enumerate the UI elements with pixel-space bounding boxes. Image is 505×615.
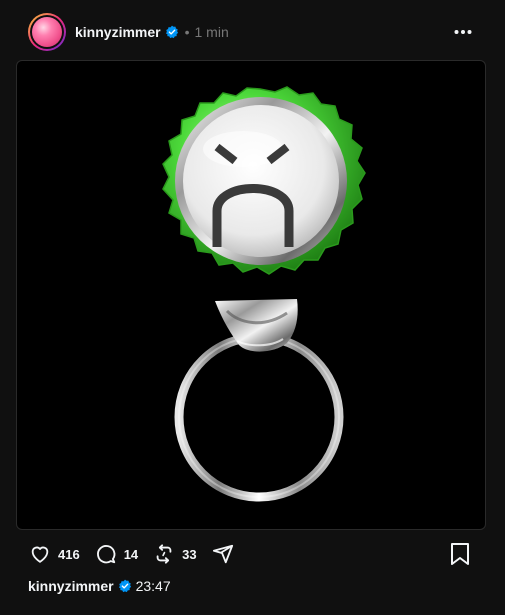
repost-button[interactable]: 33 xyxy=(152,542,197,566)
post-relative-time[interactable]: 1 min xyxy=(195,24,229,40)
bottlecap xyxy=(162,86,366,275)
like-count: 416 xyxy=(58,546,80,562)
footer-username[interactable]: kinnyzimmer xyxy=(28,578,114,594)
footer-time: 23:47 xyxy=(135,578,171,594)
send-icon xyxy=(211,542,235,566)
more-options-icon[interactable] xyxy=(453,22,473,42)
reply-button[interactable]: 14 xyxy=(94,542,138,566)
post-media-image[interactable] xyxy=(16,60,486,530)
post-actions-bar: 416 14 33 xyxy=(28,540,478,568)
reply-count: 14 xyxy=(123,546,139,562)
author-username[interactable]: kinnyzimmer xyxy=(75,24,161,40)
keyring-ring xyxy=(174,332,344,502)
repost-count: 33 xyxy=(182,546,197,562)
post-footer: kinnyzimmer 23:47 xyxy=(28,578,171,594)
avatar-image xyxy=(32,17,62,47)
separator-dot: • xyxy=(184,24,190,40)
bottlecap-keyring-illustration xyxy=(162,86,366,502)
like-button[interactable]: 416 xyxy=(28,542,80,566)
bookmark-icon[interactable] xyxy=(449,542,473,566)
avatar[interactable] xyxy=(28,13,66,51)
comment-bubble-icon xyxy=(94,542,118,566)
heart-icon xyxy=(28,542,52,566)
repost-icon xyxy=(152,542,176,566)
footer-verified-badge-icon xyxy=(118,579,132,593)
verified-badge-icon xyxy=(165,25,179,39)
threads-post: kinnyzimmer • 1 min 416 14 33 kinnyzimme… xyxy=(0,0,505,615)
post-header: kinnyzimmer • 1 min xyxy=(28,12,229,52)
share-button[interactable] xyxy=(211,542,235,566)
avatar-frame xyxy=(30,15,64,49)
